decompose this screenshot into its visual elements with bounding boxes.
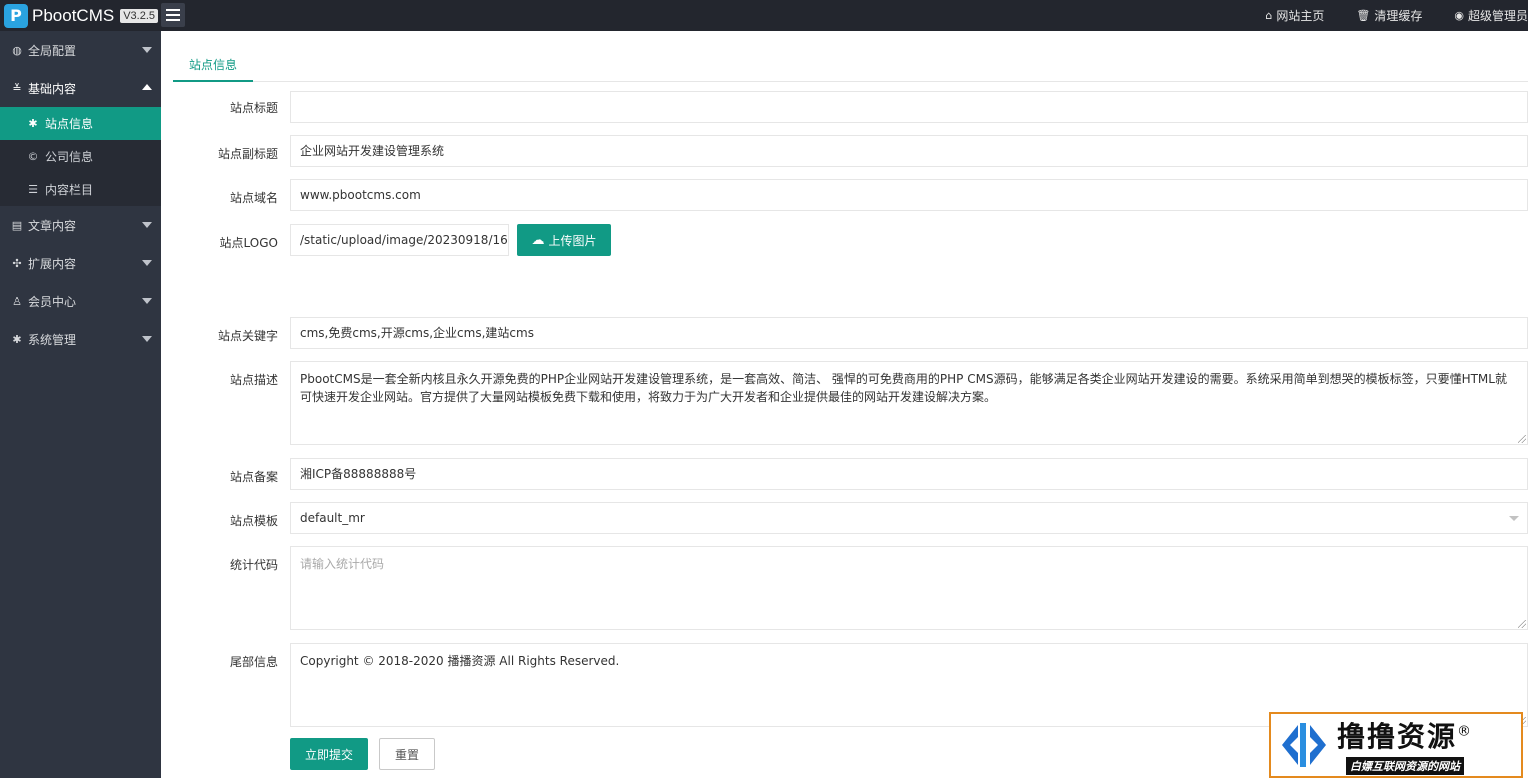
chevron-up-icon [142,84,152,90]
site-description-label: 站点描述 [229,373,278,387]
cloud-upload-icon: ☁ [531,232,545,248]
chevron-down-icon [142,260,152,266]
hamburger-icon [166,9,180,11]
basic-content-submenu: ✱ 站点信息 © 公司信息 ☰ 内容栏目 [0,107,161,206]
stats-code-label: 统计代码 [229,558,278,572]
sliders-icon: ≚ [12,81,22,95]
clear-cache-link[interactable]: 🗑 清理缓存 [1356,7,1422,24]
user-circle-icon: ◉ [1454,9,1464,22]
site-home-link[interactable]: ⌂ 网站主页 [1265,7,1324,24]
resize-handle-icon[interactable] [1518,620,1526,628]
copyright-icon: © [27,150,39,163]
sidebar-item-article-content[interactable]: ▤ 文章内容 [0,206,161,244]
app-logo[interactable]: P PbootCMS V3.2.5 [0,0,159,31]
footer-info-label: 尾部信息 [229,655,278,669]
chevron-down-icon [142,47,152,53]
sidebar-item-company-info[interactable]: © 公司信息 [0,140,161,173]
list-icon: ☰ [28,183,38,196]
watermark-subtitle: 白嫖互联网资源的网站 [1346,757,1464,775]
site-subtitle-label: 站点副标题 [217,147,278,161]
site-domain-label: 站点域名 [229,191,278,205]
expand-icon: ✣ [12,256,22,270]
site-icp-label: 站点备案 [229,470,278,484]
site-keywords-input[interactable]: cms,免费cms,开源cms,企业cms,建站cms [290,317,1528,349]
tab-bar: 站点信息 [173,49,1528,82]
globe-icon: ◍ [12,43,22,57]
sidebar-item-basic-content[interactable]: ≚ 基础内容 [0,69,161,107]
site-template-select[interactable]: default_mr [290,502,1528,534]
gear-icon: ✱ [12,332,22,346]
reset-button[interactable]: 重置 [379,738,435,770]
home-icon: ⌂ [1265,9,1273,22]
site-logo-path-input[interactable]: /static/upload/image/20230918/1695049 [290,224,509,256]
chevron-down-icon [142,298,152,304]
gear-icon: ✱ [28,117,38,130]
watermark-title: 撸撸资源® [1337,720,1474,753]
sidebar-item-site-info[interactable]: ✱ 站点信息 [0,107,161,140]
user-icon: ♙ [12,294,22,308]
site-template-label: 站点模板 [229,514,278,528]
sidebar-toggle-button[interactable] [161,3,185,27]
watermark-badge: 撸撸资源® 白嫖互联网资源的网站 [1269,712,1523,778]
chevron-down-icon [142,222,152,228]
trash-icon: 🗑 [1356,9,1371,22]
sidebar-item-content-columns[interactable]: ☰ 内容栏目 [0,173,161,206]
site-subtitle-input[interactable]: 企业网站开发建设管理系统 [290,135,1528,167]
stats-code-textarea[interactable]: 请输入统计代码 [290,546,1528,630]
sidebar-item-system-management[interactable]: ✱ 系统管理 [0,320,161,358]
sidebar-item-extended-content[interactable]: ✣ 扩展内容 [0,244,161,282]
pbootcms-logo-icon: P [4,3,28,28]
site-title-label: 站点标题 [229,101,278,115]
chevron-down-icon [142,336,152,342]
sidebar-item-global-config[interactable]: ◍ 全局配置 [0,31,161,69]
site-keywords-label: 站点关键字 [217,329,278,343]
chevron-down-icon [1509,516,1519,521]
admin-user-menu[interactable]: ◉ 超级管理员 [1454,7,1528,24]
document-icon: ▤ [11,218,23,232]
site-domain-input[interactable]: www.pbootcms.com [290,179,1528,211]
site-description-textarea[interactable]: PbootCMS是一套全新内核且永久开源免费的PHP企业网站开发建设管理系统，是… [290,361,1528,445]
logo-text: PbootCMS [32,5,115,25]
sidebar: ◍ 全局配置 ≚ 基础内容 ✱ 站点信息 © 公司信息 ☰ 内容栏目 ▤ 文章内… [0,31,161,778]
header-links: ⌂ 网站主页 🗑 清理缓存 ◉ 超级管理员 [1233,0,1528,31]
site-title-input[interactable] [290,91,1528,123]
site-logo-label: 站点LOGO [219,236,278,250]
upload-image-button[interactable]: ☁ 上传图片 [517,224,611,256]
main-content: 站点信息 站点标题 站点副标题 企业网站开发建设管理系统 站点域名 www.pb… [161,31,1528,778]
version-badge: V3.2.5 [120,8,159,23]
resize-handle-icon[interactable] [1518,435,1526,443]
watermark-logo-icon [1271,714,1337,776]
site-icp-input[interactable]: 湘ICP备88888888号 [290,458,1528,490]
tab-site-info[interactable]: 站点信息 [173,49,253,82]
submit-button[interactable]: 立即提交 [290,738,368,770]
sidebar-item-member-center[interactable]: ♙ 会员中心 [0,282,161,320]
top-header: P PbootCMS V3.2.5 ⌂ 网站主页 🗑 清理缓存 ◉ 超级管理员 [0,0,1528,31]
